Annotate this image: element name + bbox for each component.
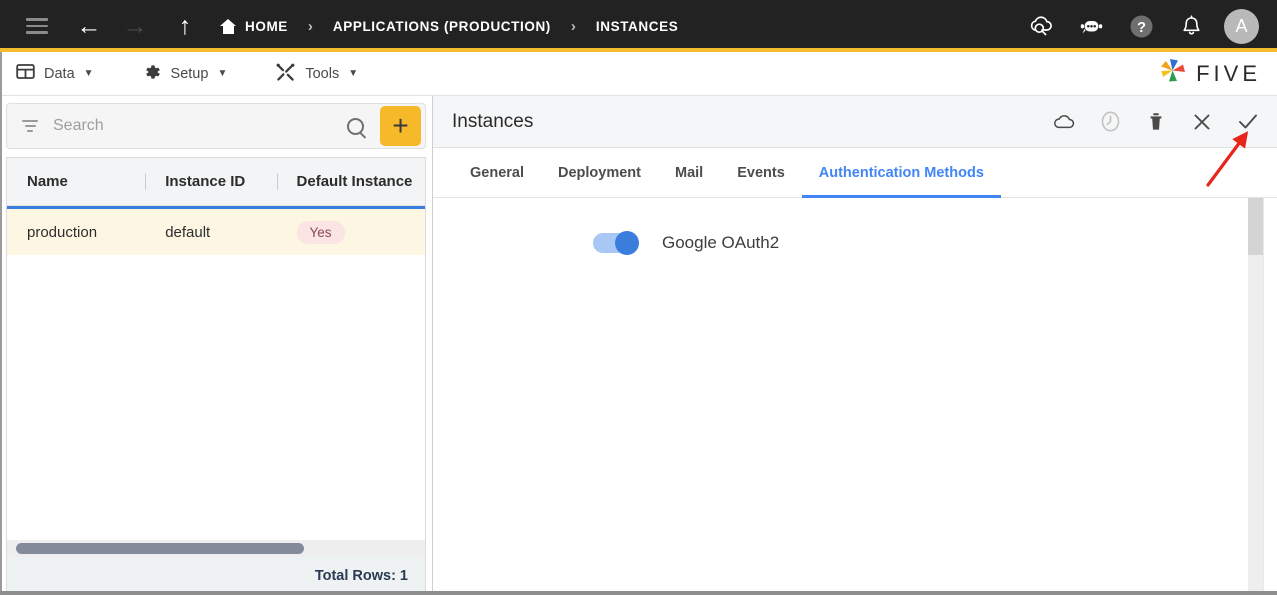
avatar-initial: A	[1235, 15, 1248, 36]
breadcrumb-label: INSTANCES	[595, 18, 679, 34]
tab-events[interactable]: Events	[720, 148, 802, 197]
panel-right-edge	[1263, 198, 1277, 595]
instances-grid: Name Instance ID Default Instance produc…	[6, 157, 426, 540]
panel-actions	[1052, 110, 1260, 134]
total-rows-label: Total Rows: 1	[314, 567, 408, 584]
top-navigation-bar: ← → ↑ HOME › APPLICATIONS (PRODUCTION) ›…	[0, 0, 1277, 52]
cloud-search-icon[interactable]	[1024, 9, 1058, 43]
menu-item-label: Setup	[170, 65, 209, 82]
arrow-forward-icon: →	[122, 11, 148, 40]
nav-forward-button[interactable]: →	[118, 9, 152, 43]
column-header-default-instance[interactable]: Default Instance	[277, 173, 425, 190]
breadcrumb-separator-icon: ›	[570, 17, 576, 35]
menu-item-tools[interactable]: Tools ▼	[275, 62, 358, 86]
breadcrumb-label: APPLICATIONS (PRODUCTION)	[332, 18, 551, 34]
table-body: production default Yes	[7, 206, 425, 540]
chevron-down-icon: ▼	[217, 68, 228, 79]
filter-icon[interactable]	[21, 120, 39, 132]
application-menu-bar: Data ▼ Setup ▼ Tools ▼ FIVE	[0, 52, 1277, 96]
cell-name: production	[27, 223, 98, 241]
menu-item-setup[interactable]: Setup ▼	[142, 62, 228, 86]
cell-default-instance: Yes	[277, 220, 425, 244]
column-header-name[interactable]: Name	[7, 173, 145, 190]
chevron-down-icon: ▼	[83, 68, 94, 79]
menu-item-label: Data	[44, 65, 75, 82]
notifications-bell-icon[interactable]	[1174, 9, 1208, 43]
delete-trash-icon[interactable]	[1144, 110, 1168, 134]
five-logo-mark-icon	[1157, 57, 1189, 90]
search-icon[interactable]	[347, 117, 364, 135]
tab-deployment[interactable]: Deployment	[541, 148, 658, 197]
close-icon[interactable]	[1190, 110, 1214, 134]
add-instance-button[interactable]: +	[380, 106, 421, 146]
search-input[interactable]	[39, 117, 347, 135]
page-title: Instances	[452, 110, 534, 132]
breadcrumb-label: HOME	[245, 18, 288, 34]
window-bottom-edge	[0, 591, 1277, 595]
breadcrumb-item-home[interactable]: HOME	[220, 18, 288, 34]
vertical-scrollbar-thumb[interactable]	[1248, 198, 1263, 255]
five-logo-text: FIVE	[1196, 60, 1261, 86]
search-bar: +	[6, 103, 426, 149]
arrow-up-icon: ↑	[178, 11, 192, 40]
cell-instance-id: default	[165, 223, 211, 241]
gear-icon	[142, 62, 162, 86]
toggle-knob	[615, 231, 639, 255]
topbar-actions: ? A	[1024, 8, 1259, 44]
tab-general[interactable]: General	[453, 148, 541, 197]
panel-body: Google OAuth2	[433, 198, 1277, 595]
window-left-edge	[0, 52, 2, 595]
arrow-back-icon: ←	[76, 11, 102, 40]
grid-footer: Total Rows: 1	[6, 557, 426, 595]
status-badge: Yes	[296, 220, 345, 244]
breadcrumb: HOME › APPLICATIONS (PRODUCTION) › INSTA…	[220, 18, 678, 35]
hamburger-icon	[26, 18, 48, 34]
tab-mail[interactable]: Mail	[658, 148, 720, 197]
save-check-icon[interactable]	[1236, 110, 1260, 134]
breadcrumb-item-instances[interactable]: INSTANCES	[596, 19, 678, 34]
instance-detail-panel: Instances General Deployment Mail Events…	[433, 96, 1277, 595]
tab-authentication-methods[interactable]: Authentication Methods	[801, 148, 1002, 198]
panel-header: Instances	[433, 96, 1277, 148]
instances-list-panel: + Name Instance ID Default Instance prod…	[0, 96, 433, 595]
svg-text:?: ?	[1137, 20, 1146, 36]
cloud-deploy-icon[interactable]	[1052, 110, 1076, 134]
main-content: + Name Instance ID Default Instance prod…	[0, 96, 1277, 595]
nav-back-button[interactable]: ←	[72, 9, 106, 43]
vertical-scrollbar[interactable]	[1248, 198, 1263, 595]
google-oauth2-label: Google OAuth2	[662, 233, 780, 252]
table-header-row: Name Instance ID Default Instance	[7, 158, 425, 206]
google-oauth2-toggle[interactable]	[593, 231, 639, 255]
menu-item-label: Tools	[305, 65, 340, 82]
breadcrumb-item-applications[interactable]: APPLICATIONS (PRODUCTION)	[333, 19, 551, 34]
plus-icon: +	[392, 110, 409, 141]
tab-bar: General Deployment Mail Events Authentic…	[433, 148, 1277, 198]
help-icon[interactable]: ?	[1124, 9, 1158, 43]
column-header-instance-id[interactable]: Instance ID	[145, 173, 276, 190]
horizontal-scrollbar[interactable]	[6, 540, 426, 557]
tools-icon	[275, 62, 296, 86]
home-icon	[220, 18, 237, 34]
auth-method-row-google-oauth2: Google OAuth2	[593, 231, 1277, 255]
nav-up-button[interactable]: ↑	[168, 9, 202, 43]
five-logo: FIVE	[1157, 57, 1261, 90]
table-icon	[16, 62, 35, 85]
history-clock-icon[interactable]	[1098, 110, 1122, 134]
horizontal-scrollbar-thumb[interactable]	[16, 543, 304, 554]
breadcrumb-separator-icon: ›	[307, 17, 313, 35]
hamburger-menu-icon[interactable]	[20, 9, 54, 43]
chevron-down-icon: ▼	[348, 68, 359, 79]
table-row[interactable]: production default Yes	[7, 206, 425, 255]
avatar[interactable]: A	[1224, 8, 1259, 44]
robot-assistant-icon[interactable]	[1074, 9, 1108, 43]
menu-item-data[interactable]: Data ▼	[16, 62, 94, 85]
